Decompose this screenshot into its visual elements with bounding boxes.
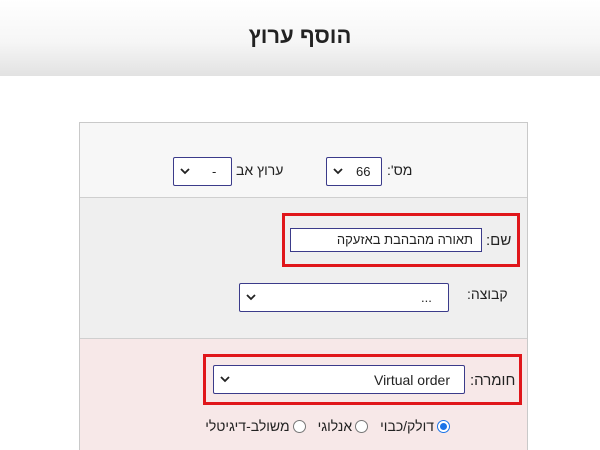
group-label: קבוצה: — [467, 286, 508, 302]
section-name — [80, 198, 527, 339]
parent-channel-value: - — [212, 164, 217, 179]
number-select[interactable]: 66 — [326, 157, 382, 186]
number-select-value: 66 — [356, 164, 371, 179]
radio-on-off[interactable]: דולק/כבוי — [380, 416, 450, 436]
hardware-label: חומרה: — [470, 372, 516, 389]
radio-dot-analog[interactable] — [355, 419, 369, 433]
group-select[interactable]: ... — [239, 283, 449, 312]
parent-channel-label: ערוץ אב — [236, 162, 284, 178]
chevron-down-icon — [220, 376, 230, 383]
group-select-value: ... — [421, 290, 432, 305]
radio-analog-label: אנלוגי — [317, 418, 353, 434]
radio-dot-on-off[interactable] — [437, 419, 450, 433]
header-bar: הוסף ערוץ — [0, 0, 600, 76]
name-label: שם: — [486, 232, 512, 249]
radio-mixed-digital[interactable]: משולב-דיגיטלי — [205, 416, 306, 436]
hardware-select-value: Virtual order — [373, 372, 450, 388]
number-label: מס': — [387, 162, 413, 178]
chevron-down-icon — [180, 168, 190, 175]
radio-analog[interactable]: אנלוגי — [318, 416, 369, 436]
radio-mixed-digital-label: משולב-דיגיטלי — [205, 418, 290, 434]
radio-dot-mixed-digital[interactable] — [292, 419, 306, 433]
chevron-down-icon — [333, 168, 343, 175]
radio-on-off-label: דולק/כבוי — [380, 418, 434, 434]
chevron-down-icon — [246, 294, 256, 301]
hardware-select[interactable]: Virtual order — [213, 365, 465, 394]
name-field[interactable]: תאורה מהבהבת באזעקה — [290, 228, 482, 252]
page-title: הוסף ערוץ — [248, 23, 352, 48]
section-id — [80, 123, 527, 198]
hardware-type-radio-group: דולק/כבוי אנלוגי משולב-דיגיטלי — [160, 416, 450, 436]
parent-channel-select[interactable]: - — [173, 157, 232, 186]
